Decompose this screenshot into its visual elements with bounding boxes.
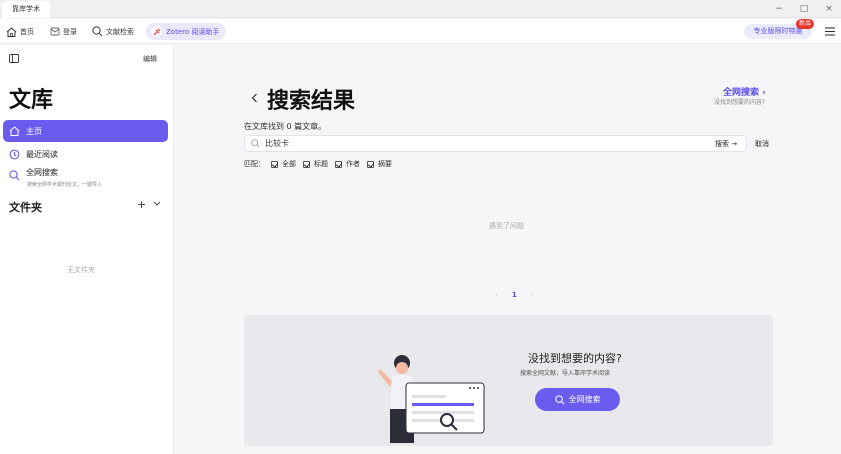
add-folder-button[interactable]: +	[137, 198, 146, 211]
promo-title: 没找到想要的内容?	[528, 352, 622, 365]
search-icon	[251, 139, 260, 148]
web-search-description: 搜索全网学术期刊论文，一键导入	[27, 182, 103, 188]
current-page[interactable]: 1	[512, 291, 517, 299]
search-query: 比较卡	[265, 139, 289, 148]
error-message: 遇到了问题	[489, 222, 524, 230]
person-search-illustration	[378, 355, 485, 443]
close-button[interactable]: ×	[817, 0, 841, 18]
home-icon	[9, 126, 20, 136]
title-bar: 靠岸学术 − □ ×	[0, 0, 841, 18]
pin-icon	[151, 26, 162, 37]
zotero-label: Zotero 阅读助手	[166, 27, 220, 36]
minimize-button[interactable]: −	[767, 0, 791, 18]
main-content: 搜索结果 全网搜索 › 没找到想要的内容? 在文库找到 0 篇文章。 比较卡 搜…	[175, 45, 841, 454]
checkbox-label: 作者	[346, 160, 360, 168]
menu-icon[interactable]	[824, 26, 836, 37]
checkbox-label: 全部	[282, 160, 296, 168]
top-toolbar: 首页 登录 文献检索 Zotero 阅读助手 专业版限时特惠 新品	[0, 19, 841, 44]
login-label: 登录	[63, 27, 77, 36]
checkbox-icon	[271, 160, 278, 168]
sidebar-item-home[interactable]: 主页	[3, 120, 168, 142]
home-label: 首页	[20, 27, 34, 36]
sidebar-toggle-icon[interactable]	[9, 54, 19, 63]
checkbox-icon	[335, 160, 342, 168]
prev-page-button[interactable]: ‹	[495, 291, 498, 299]
search-submit-button[interactable]: 搜索 →	[715, 139, 737, 149]
home-nav[interactable]: 首页	[6, 24, 34, 39]
maximize-button[interactable]: □	[792, 0, 816, 18]
back-icon[interactable]	[251, 93, 258, 103]
sidebar-item-recent[interactable]: 最近阅读	[3, 143, 168, 165]
search-input[interactable]: 比较卡	[244, 135, 747, 152]
edit-button[interactable]: 编辑	[143, 54, 157, 64]
chevron-down-icon[interactable]	[153, 201, 161, 207]
web-search-hint: 没找到想要的内容?	[714, 99, 766, 106]
web-search-promo: 没找到想要的内容? 搜索全网文献，导入靠岸学术阅读 全网搜索	[244, 315, 773, 446]
match-abstract-checkbox[interactable]: 摘要	[367, 159, 392, 169]
home-icon	[6, 26, 17, 37]
web-search-button[interactable]: 全网搜索	[535, 388, 620, 411]
checkbox-icon	[303, 160, 310, 168]
promo-subtitle: 搜索全网文献，导入靠岸学术阅读	[520, 370, 611, 377]
search-icon	[9, 170, 20, 181]
sidebar: 编辑 文库 主页 最近阅读 全网搜索 搜索全网学术期刊论文，一键导入 文件夹 +…	[0, 45, 174, 454]
login-nav[interactable]: 登录	[50, 24, 77, 39]
app-tab[interactable]: 靠岸学术	[2, 1, 50, 18]
search-icon	[92, 26, 103, 37]
match-author-checkbox[interactable]: 作者	[335, 159, 360, 169]
new-badge: 新品	[796, 19, 815, 29]
search-icon	[554, 394, 564, 404]
checkbox-icon	[367, 160, 374, 168]
sidebar-item-label: 全网搜索	[26, 168, 58, 177]
login-icon	[50, 27, 60, 36]
clock-icon	[9, 149, 20, 159]
match-title-checkbox[interactable]: 标题	[303, 159, 328, 169]
empty-folders-text: 无文件夹	[67, 266, 95, 274]
sidebar-item-label: 主页	[26, 126, 42, 136]
pagination: ‹ 1 ›	[488, 291, 541, 299]
web-search-button-label: 全网搜索	[568, 395, 601, 404]
match-filter: 匹配： 全部 标题 作者 摘要	[244, 159, 399, 169]
result-count-text: 在文库找到 0 篇文章。	[244, 122, 327, 131]
library-title: 文库	[9, 88, 54, 113]
match-label: 匹配：	[244, 160, 265, 168]
checkbox-label: 摘要	[378, 160, 392, 168]
cancel-button[interactable]: 取消	[755, 139, 769, 149]
page-title: 搜索结果	[267, 89, 356, 114]
sidebar-item-label: 最近阅读	[26, 149, 58, 159]
next-page-button[interactable]: ›	[531, 291, 534, 299]
lit-search-label: 文献检索	[106, 27, 134, 36]
zotero-assistant-button[interactable]: Zotero 阅读助手	[146, 23, 227, 40]
lit-search-nav[interactable]: 文献检索	[92, 24, 134, 39]
checkbox-label: 标题	[314, 160, 328, 168]
folders-heading: 文件夹	[9, 201, 42, 214]
match-all-checkbox[interactable]: 全部	[271, 159, 296, 169]
